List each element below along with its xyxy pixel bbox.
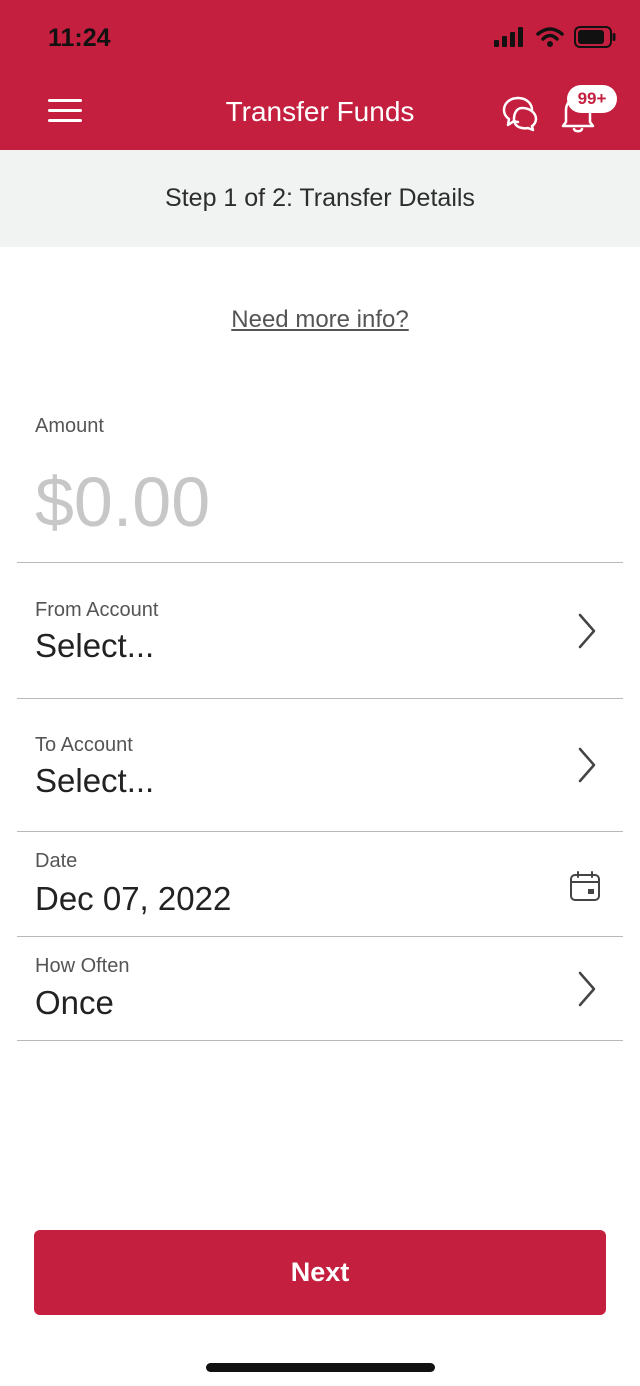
notification-badge: 99+ (567, 85, 617, 113)
date-row[interactable]: Date Dec 07, 2022 (17, 832, 623, 937)
how-often-label: How Often (35, 955, 130, 977)
need-more-info-link[interactable]: Need more info? (0, 306, 640, 334)
amount-input[interactable]: $0.00 (35, 462, 210, 542)
calendar-icon[interactable] (569, 870, 601, 902)
how-often-value: Once (35, 984, 114, 1021)
app-header: 11:24 Transfer Funds 99+ (0, 0, 640, 150)
chevron-right-icon (578, 747, 596, 783)
from-account-row[interactable]: From Account Select... (17, 563, 623, 699)
step-indicator: Step 1 of 2: Transfer Details (0, 150, 640, 247)
how-often-row[interactable]: How Often Once (17, 937, 623, 1041)
chat-icon (502, 96, 538, 132)
status-icons (494, 26, 616, 48)
chevron-right-icon (578, 613, 596, 649)
from-account-value: Select... (35, 627, 155, 664)
from-account-label: From Account (35, 599, 159, 621)
next-button[interactable]: Next (34, 1230, 606, 1315)
chat-button[interactable] (500, 92, 540, 132)
amount-field[interactable]: Amount $0.00 (17, 395, 623, 563)
date-value: Dec 07, 2022 (35, 880, 232, 917)
wifi-icon (536, 27, 564, 47)
date-label: Date (35, 850, 78, 872)
status-time: 11:24 (48, 24, 111, 52)
to-account-value: Select... (35, 762, 155, 799)
home-indicator (206, 1363, 435, 1372)
signal-icon (494, 27, 523, 47)
battery-icon (574, 26, 616, 48)
page-title: Transfer Funds (225, 96, 415, 127)
amount-label: Amount (35, 415, 104, 437)
chevron-right-icon (578, 971, 596, 1007)
to-account-label: To Account (35, 734, 133, 756)
to-account-row[interactable]: To Account Select... (17, 699, 623, 832)
